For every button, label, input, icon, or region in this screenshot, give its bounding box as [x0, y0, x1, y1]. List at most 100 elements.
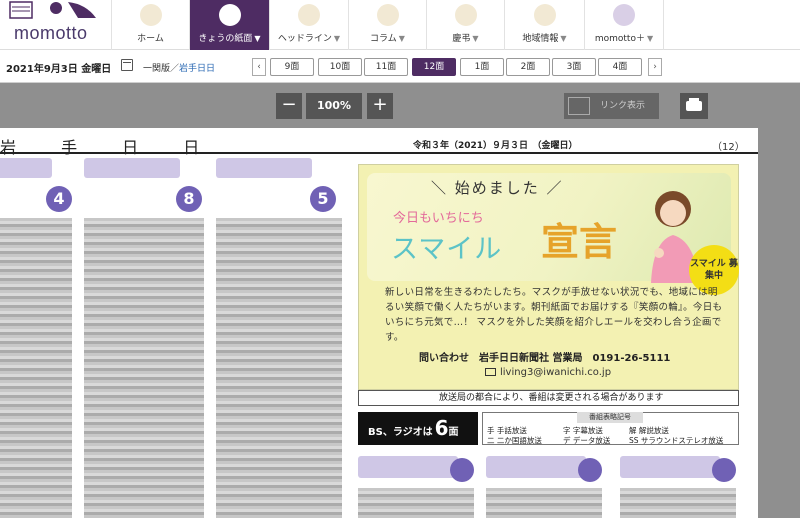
bs-suffix: 面: [448, 427, 459, 438]
page-number: （12）: [712, 142, 745, 153]
bs-radio-box: BS、ラジオは 6面: [358, 412, 478, 445]
listing-text: [216, 218, 342, 518]
print-button[interactable]: [680, 93, 708, 119]
listing-column[interactable]: 8: [84, 158, 204, 518]
code-item: 二 二か国語放送: [487, 436, 542, 445]
nav-home[interactable]: ホーム: [111, 0, 189, 50]
home-icon: [139, 4, 162, 26]
zoom-level: 100%: [306, 93, 362, 119]
ad-smile-text: スマイル: [391, 234, 503, 265]
ad-email: living3@iwanichi.co.jp: [485, 367, 611, 378]
chevron-down-icon: ▼: [646, 34, 654, 43]
channel-number-badge: 5: [310, 186, 336, 212]
edition-label: 一関版／岩手日日: [143, 61, 215, 74]
bs-page-number: 6: [434, 416, 449, 440]
grid-icon: [568, 97, 590, 115]
issue-date: 2021年9月3日 金曜日: [6, 64, 112, 75]
listing-text: [486, 488, 602, 518]
nav-local-info[interactable]: 地域情報 ▼: [504, 0, 584, 50]
bs-prefix: BS、ラジオは: [368, 427, 433, 438]
chevron-down-icon: ▼: [472, 34, 479, 43]
chevron-down-icon: ▼: [254, 34, 261, 43]
prev-page-button[interactable]: ‹: [252, 58, 266, 76]
ad-today-text: 今日もいちにち: [393, 211, 484, 226]
pen-icon: [376, 4, 399, 26]
chevron-down-icon: ▼: [560, 34, 567, 43]
channel-number-badge: [450, 458, 474, 482]
listing-column[interactable]: [486, 456, 602, 518]
zoom-in-button[interactable]: +: [367, 93, 393, 119]
ad-start-title: ＼ 始めました ／: [431, 179, 564, 197]
nav-column-label: コラム: [370, 34, 397, 44]
column-header: [358, 456, 458, 478]
page-button-selected[interactable]: 12面: [412, 58, 456, 76]
listing-text: [358, 488, 474, 518]
link-view-label: リンク表示: [600, 101, 646, 111]
listing-column[interactable]: [358, 456, 474, 518]
channel-number-badge: 4: [46, 186, 72, 212]
column-header: [620, 456, 720, 478]
listing-text: [0, 218, 72, 518]
momotto-logo[interactable]: momotto: [0, 0, 110, 50]
next-page-button[interactable]: ›: [648, 58, 662, 76]
link-view-button[interactable]: リンク表示: [564, 93, 659, 119]
nav-headline[interactable]: ヘッドライン ▼: [269, 0, 348, 50]
page-button[interactable]: 10面: [318, 58, 362, 76]
region-link[interactable]: 岩手日日: [179, 64, 215, 74]
column-header: [84, 158, 180, 178]
nav-todays-paper[interactable]: きょうの紙面 ▼: [189, 0, 269, 50]
ad-contact: 問い合わせ 岩手日日新聞社 営業局 0191-26-5111: [419, 353, 671, 364]
nav-keicho-label: 慶弔: [452, 34, 471, 44]
code-item: デ データ放送: [563, 436, 611, 445]
page-date-info: 令和３年（2021）９月３日 （金曜日）: [413, 141, 578, 151]
viewer-toolbar: − 100% + リンク表示: [0, 83, 800, 128]
nav-home-label: ホーム: [137, 34, 164, 44]
nav-momotto-plus-label: momotto＋: [594, 34, 645, 44]
newspaper-icon: [218, 4, 241, 26]
listing-column[interactable]: 5: [216, 158, 342, 518]
date-bar: 2021年9月3日 金曜日 一関版／岩手日日 ‹ 9面 10面 11面 12面 …: [0, 50, 800, 83]
logo-art-icon: [9, 1, 96, 19]
column-header: [216, 158, 312, 178]
page-button[interactable]: 3面: [552, 58, 596, 76]
mail-icon: [485, 368, 496, 376]
channel-number-badge: [578, 458, 602, 482]
smile-advertisement[interactable]: ＼ 始めました ／ 今日もいちにち スマイル 宣言 スマイル 募集中 新しい日常…: [358, 164, 739, 390]
chevron-down-icon: ▼: [398, 34, 405, 43]
column-header: [486, 456, 586, 478]
code-item: SS サラウンドステレオ放送: [629, 436, 724, 445]
page-button[interactable]: 1面: [460, 58, 504, 76]
listing-column[interactable]: [620, 456, 736, 518]
listing-text: [620, 488, 736, 518]
program-codes-legend: 番組表略記号 手 手話放送 二 二か国語放送 字 字幕放送 デ データ放送 解 …: [482, 412, 739, 445]
calendar-icon[interactable]: [121, 59, 133, 71]
codes-title: 番組表略記号: [577, 412, 643, 423]
logo-text: momotto: [14, 23, 88, 43]
nav-column[interactable]: コラム ▼: [348, 0, 426, 50]
column-header: [0, 158, 52, 178]
top-navigation: momotto ホーム きょうの紙面 ▼ ヘッドライン ▼ コラム ▼ 慶弔 ▼ 地域情…: [0, 0, 800, 50]
nav-keicho[interactable]: 慶弔 ▼: [426, 0, 504, 50]
nav-momotto-plus[interactable]: momotto＋ ▼: [584, 0, 664, 50]
page-button[interactable]: 2面: [506, 58, 550, 76]
zoom-out-button[interactable]: −: [276, 93, 302, 119]
page-button[interactable]: 9面: [270, 58, 314, 76]
ad-sengen-text: 宣言: [541, 220, 618, 264]
channel-number-badge: 8: [176, 186, 202, 212]
channel-number-badge: [712, 458, 736, 482]
nav-headline-label: ヘッドライン: [277, 34, 332, 44]
page-button[interactable]: 4面: [598, 58, 642, 76]
edition-name: 一関版／: [143, 64, 180, 74]
headline-icon: [298, 4, 320, 26]
listing-text: [84, 218, 204, 518]
nav-local-info-label: 地域情報: [522, 34, 559, 44]
flower-icon: [454, 4, 477, 26]
listing-column[interactable]: 4: [0, 158, 72, 518]
ad-email-address: living3@iwanichi.co.jp: [500, 367, 612, 378]
page-button[interactable]: 11面: [364, 58, 408, 76]
broadcast-notice: 放送局の都合により、番組は変更される場合があります: [358, 390, 739, 406]
ad-banner: ＼ 始めました ／ 今日もいちにち スマイル 宣言: [367, 173, 731, 283]
newspaper-page: 岩 手 日 日 令和３年（2021）９月３日 （金曜日） （12） 4 8 5 …: [0, 128, 758, 518]
mplus-icon: [613, 4, 635, 26]
bulb-icon: [533, 4, 556, 26]
